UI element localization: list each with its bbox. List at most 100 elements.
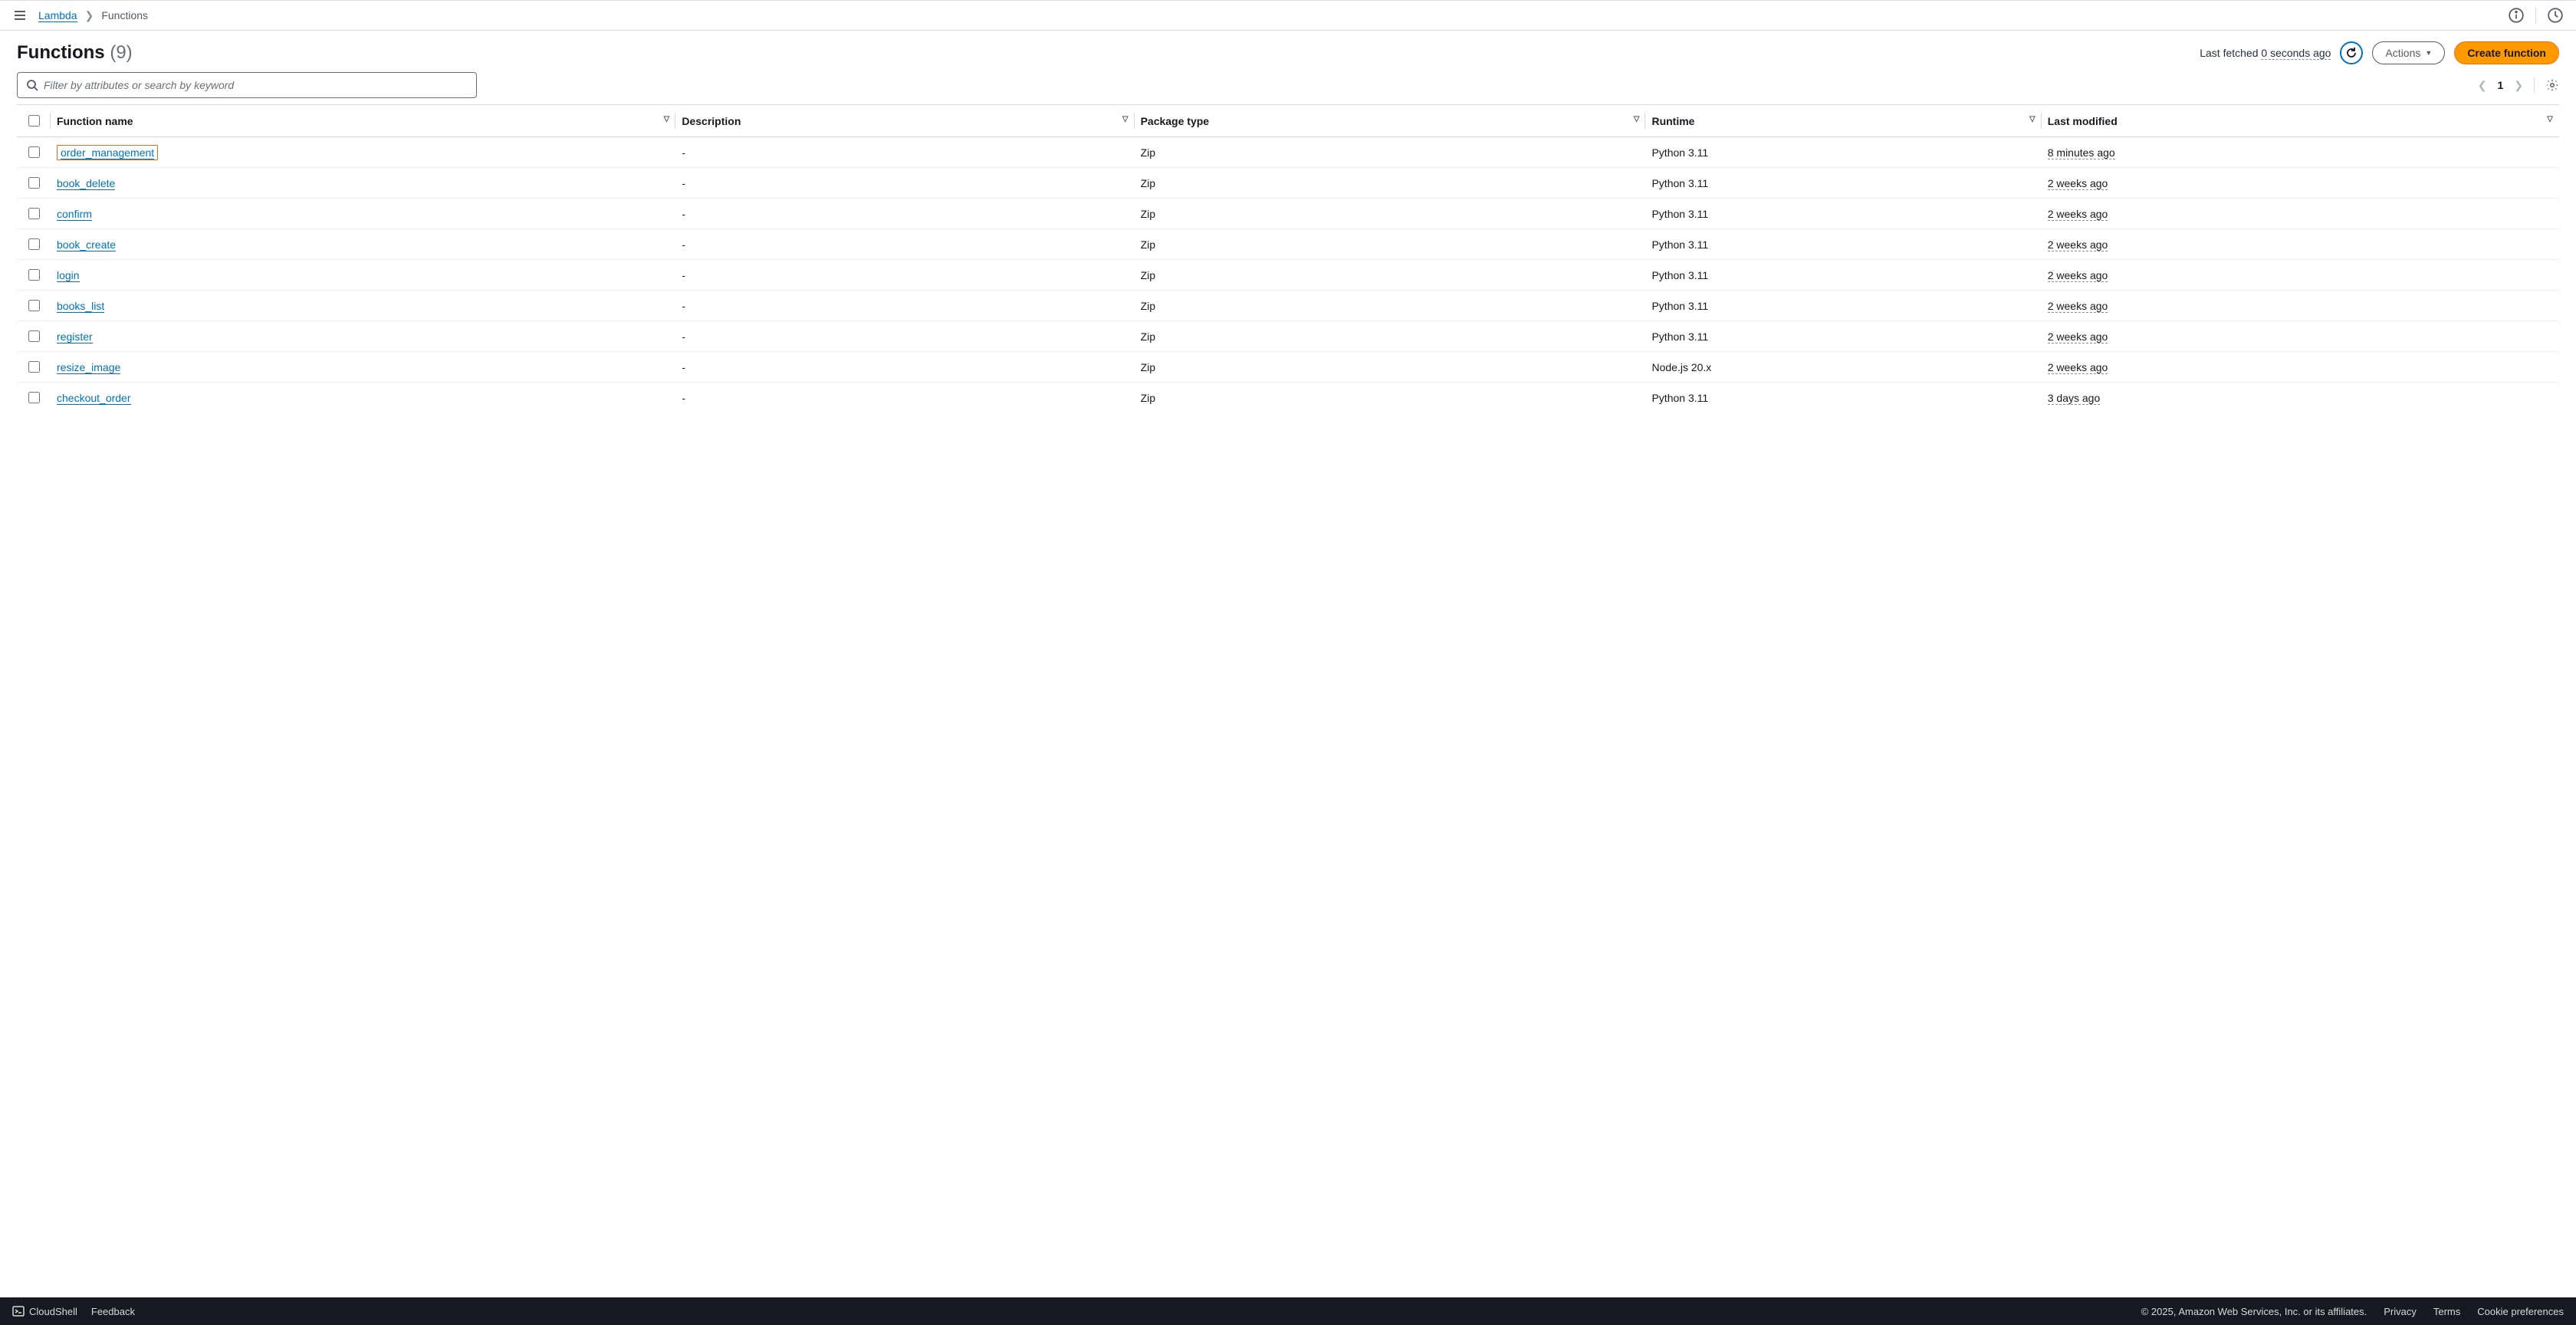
refresh-icon (2345, 47, 2358, 59)
settings-button[interactable] (2545, 78, 2559, 92)
cell-package-type: Zip (1135, 321, 1646, 352)
privacy-link[interactable]: Privacy (2384, 1306, 2417, 1317)
cell-description: - (675, 260, 1134, 291)
table-row: login - Zip Python 3.11 2 weeks ago (17, 260, 2559, 291)
notifications-button[interactable] (2547, 7, 2564, 24)
cell-description: - (675, 168, 1134, 199)
page-title: Functions (9) (17, 42, 133, 64)
function-name-link[interactable]: order_management (57, 145, 158, 160)
actions-label: Actions (2385, 47, 2420, 59)
divider (2535, 8, 2536, 23)
cell-description: - (675, 199, 1134, 229)
cell-package-type: Zip (1135, 291, 1646, 321)
cell-package-type: Zip (1135, 199, 1646, 229)
row-select-checkbox[interactable] (28, 392, 40, 403)
cell-last-modified: 2 weeks ago (2048, 238, 2108, 252)
info-icon (2508, 7, 2525, 24)
feedback-link[interactable]: Feedback (91, 1306, 135, 1317)
cell-description: - (675, 321, 1134, 352)
table-row: books_list - Zip Python 3.11 2 weeks ago (17, 291, 2559, 321)
function-name-link[interactable]: resize_image (57, 361, 120, 374)
row-select-checkbox[interactable] (28, 238, 40, 250)
hamburger-icon (14, 9, 26, 21)
sort-icon[interactable]: ▽ (2541, 115, 2553, 123)
copyright-text: © 2025, Amazon Web Services, Inc. or its… (2141, 1306, 2367, 1317)
cell-package-type: Zip (1135, 352, 1646, 383)
terms-link[interactable]: Terms (2433, 1306, 2460, 1317)
cell-package-type: Zip (1135, 229, 1646, 260)
function-name-link[interactable]: book_delete (57, 177, 115, 190)
cell-runtime: Node.js 20.x (1645, 352, 2041, 383)
cell-last-modified: 2 weeks ago (2048, 361, 2108, 374)
sort-icon[interactable]: ▽ (2023, 115, 2036, 123)
cell-runtime: Python 3.11 (1645, 260, 2041, 291)
sort-icon[interactable]: ▽ (1628, 115, 1640, 123)
function-name-link[interactable]: checkout_order (57, 392, 131, 405)
sort-icon[interactable]: ▽ (658, 115, 670, 123)
table-row: order_management - Zip Python 3.11 8 min… (17, 137, 2559, 168)
cell-description: - (675, 383, 1134, 413)
cell-description: - (675, 291, 1134, 321)
cloudshell-button[interactable]: CloudShell (12, 1305, 77, 1317)
cloudshell-label: CloudShell (29, 1306, 77, 1317)
column-header-name[interactable]: Function name▽ (51, 105, 675, 137)
sort-icon[interactable]: ▽ (1116, 115, 1129, 123)
current-page-number: 1 (2497, 79, 2503, 91)
cell-description: - (675, 352, 1134, 383)
cell-last-modified: 2 weeks ago (2048, 208, 2108, 221)
row-select-checkbox[interactable] (28, 330, 40, 342)
cell-last-modified: 2 weeks ago (2048, 177, 2108, 190)
last-fetched-label: Last fetched 0 seconds ago (2200, 47, 2331, 59)
create-function-button[interactable]: Create function (2454, 41, 2559, 64)
breadcrumb-current: Functions (101, 9, 148, 21)
search-container (17, 72, 477, 98)
cell-description: - (675, 137, 1134, 168)
row-select-checkbox[interactable] (28, 361, 40, 373)
row-select-checkbox[interactable] (28, 208, 40, 219)
page-title-count: (9) (110, 42, 132, 63)
row-select-checkbox[interactable] (28, 269, 40, 281)
cell-runtime: Python 3.11 (1645, 199, 2041, 229)
cell-package-type: Zip (1135, 168, 1646, 199)
row-select-checkbox[interactable] (28, 177, 40, 189)
row-select-checkbox[interactable] (28, 300, 40, 311)
footer-bar: CloudShell Feedback © 2025, Amazon Web S… (0, 1297, 2576, 1325)
breadcrumb: Lambda ❯ Functions (38, 9, 148, 22)
function-name-link[interactable]: register (57, 330, 93, 344)
top-nav-bar: Lambda ❯ Functions (0, 0, 2576, 31)
cell-last-modified: 3 days ago (2048, 392, 2101, 405)
table-row: register - Zip Python 3.11 2 weeks ago (17, 321, 2559, 352)
nav-menu-toggle[interactable] (12, 8, 28, 23)
function-name-link[interactable]: login (57, 269, 80, 282)
search-input[interactable] (17, 72, 477, 98)
row-select-checkbox[interactable] (28, 146, 40, 158)
cell-package-type: Zip (1135, 383, 1646, 413)
refresh-button[interactable] (2340, 41, 2363, 64)
table-row: book_delete - Zip Python 3.11 2 weeks ag… (17, 168, 2559, 199)
column-header-package[interactable]: Package type▽ (1135, 105, 1646, 137)
cookie-preferences-link[interactable]: Cookie preferences (2477, 1306, 2564, 1317)
next-page-button[interactable]: ❯ (2514, 79, 2523, 92)
column-header-runtime[interactable]: Runtime▽ (1645, 105, 2041, 137)
column-header-modified[interactable]: Last modified▽ (2042, 105, 2559, 137)
breadcrumb-service-link[interactable]: Lambda (38, 9, 77, 22)
function-name-link[interactable]: confirm (57, 208, 92, 221)
table-row: checkout_order - Zip Python 3.11 3 days … (17, 383, 2559, 413)
pagination: ❮ 1 ❯ (2478, 77, 2559, 93)
cell-last-modified: 8 minutes ago (2048, 146, 2115, 159)
info-button[interactable] (2508, 7, 2525, 24)
actions-dropdown-button[interactable]: Actions ▼ (2372, 41, 2445, 64)
select-all-checkbox[interactable] (28, 115, 40, 127)
function-name-link[interactable]: book_create (57, 238, 116, 252)
column-header-description[interactable]: Description▽ (675, 105, 1134, 137)
last-fetched-time: 0 seconds ago (2261, 47, 2331, 60)
cell-description: - (675, 229, 1134, 260)
cell-last-modified: 2 weeks ago (2048, 300, 2108, 313)
cell-runtime: Python 3.11 (1645, 229, 2041, 260)
prev-page-button[interactable]: ❮ (2478, 79, 2487, 92)
page-title-text: Functions (17, 42, 105, 63)
chevron-down-icon: ▼ (2425, 49, 2432, 57)
cell-runtime: Python 3.11 (1645, 291, 2041, 321)
cloudshell-icon (12, 1305, 25, 1317)
function-name-link[interactable]: books_list (57, 300, 104, 313)
